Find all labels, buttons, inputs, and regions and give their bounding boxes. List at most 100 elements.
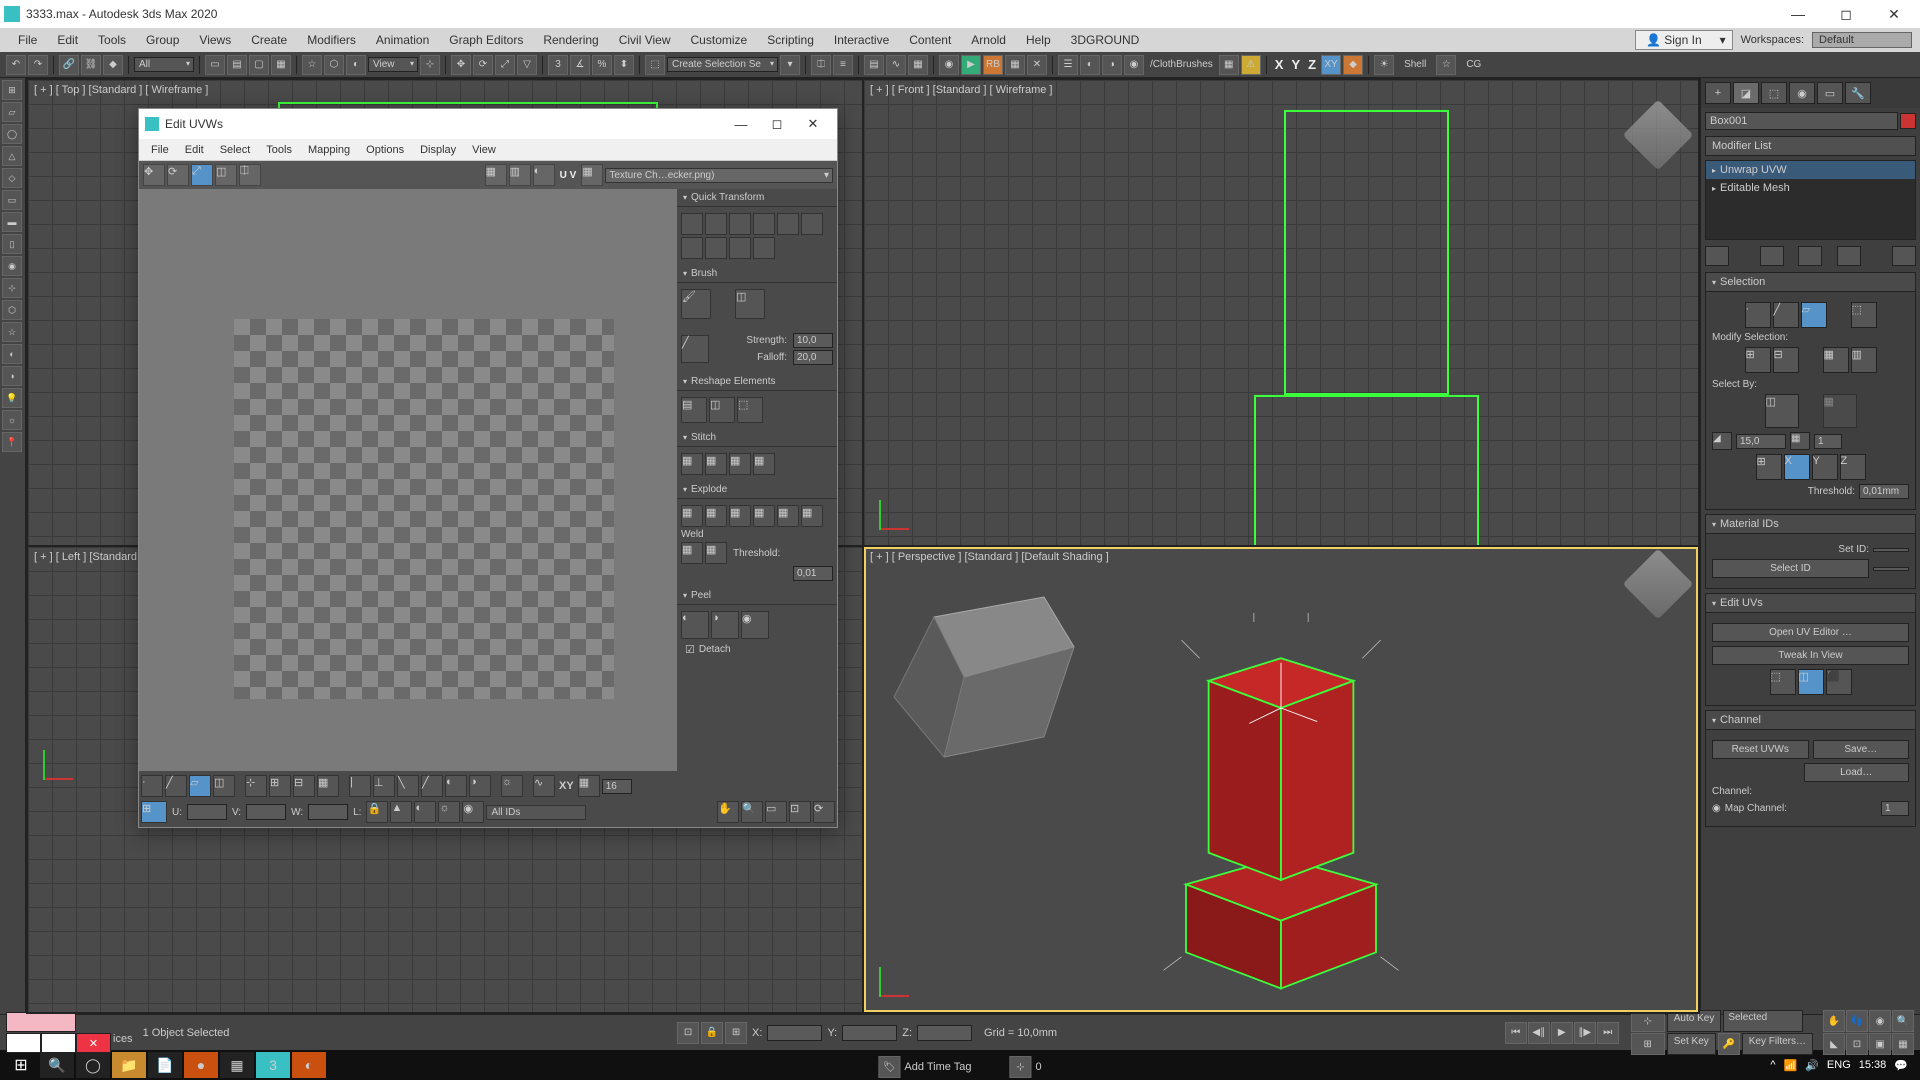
uvw-bt-p[interactable]: ◉ [462,801,484,823]
task-explorer[interactable]: 📁 [112,1052,146,1078]
uvw-sel-element[interactable]: ◫ [213,775,235,797]
quick-planar-fit-button[interactable]: ◫ [1798,669,1824,695]
stitch-btn-1[interactable]: ▦ [681,453,703,475]
uvw-freeform-button[interactable]: ◫ [215,164,237,186]
left-tool-17[interactable]: 📍 [2,432,22,452]
menu-rendering[interactable]: Rendering [533,29,608,51]
task-app-2[interactable]: ◐ [292,1052,326,1078]
uvw-bt-e[interactable]: | [349,775,371,797]
z-input[interactable] [917,1025,972,1041]
menu-scripting[interactable]: Scripting [757,29,824,51]
rollup-matids-header[interactable]: Material IDs [1705,514,1916,534]
uvw-minimize-button[interactable]: — [723,112,759,136]
goto-end-button[interactable]: ⏭ [1597,1022,1619,1044]
toolbar-btn-d[interactable]: ⬚ [645,55,665,75]
reshape-btn-2[interactable]: ◫ [709,397,735,423]
toolbar-btn-i[interactable]: ◑ [1102,55,1122,75]
qt-btn-1[interactable] [681,213,703,235]
open-uv-editor-button[interactable]: Open UV Editor … [1712,623,1909,642]
mod-editable-mesh[interactable]: Editable Mesh [1706,179,1915,197]
prev-frame-button[interactable]: ◀∥ [1528,1022,1550,1044]
ring-button[interactable]: ▦ [1823,347,1849,373]
viewcube-persp[interactable] [1623,549,1694,620]
frame-input-button[interactable]: ⊹ [1009,1056,1031,1078]
mirror-button[interactable]: ⎅ [811,55,831,75]
reset-uvws-button[interactable]: Reset UVWs [1712,740,1809,759]
snap-button[interactable]: 3 [548,55,568,75]
x-constraint[interactable]: X [1272,57,1287,72]
key-selected-dropdown[interactable]: Selected [1723,1010,1803,1032]
stack-remove-button[interactable] [1837,246,1861,266]
uvw-w-input[interactable] [308,804,348,820]
qt-btn-10[interactable] [753,237,775,259]
toolbar-btn-f[interactable]: ✕ [1027,55,1047,75]
menu-animation[interactable]: Animation [366,29,439,51]
unlink-button[interactable]: ⛓ [81,55,101,75]
scale-button[interactable]: ⤢ [495,55,515,75]
tray-time[interactable]: 15:38 [1859,1059,1887,1071]
rollup-channel-header[interactable]: Channel [1705,710,1916,730]
planar-button[interactable]: ◢ [1712,432,1732,450]
select-name-button[interactable]: ▤ [227,55,247,75]
nav-maxview-button[interactable]: ▦ [1892,1033,1914,1055]
spinner-snap-button[interactable]: ⬍ [614,55,634,75]
select-by-element-button[interactable]: ◫ [1765,394,1799,428]
planar-count-input[interactable]: 1 [1814,434,1842,449]
uvw-rotate-button[interactable]: ⟳ [167,164,189,186]
left-tool-2[interactable]: ▱ [2,102,22,122]
align-button[interactable]: ≡ [833,55,853,75]
uvw-close-button[interactable]: ✕ [795,112,831,136]
explode-btn-1[interactable]: ▦ [681,505,703,527]
y-constraint[interactable]: Y [1288,57,1303,72]
menu-graph-editors[interactable]: Graph Editors [439,29,533,51]
task-cortana[interactable]: ◯ [76,1052,110,1078]
uvw-menu-edit[interactable]: Edit [177,142,212,158]
peel-btn-2[interactable]: ◑ [711,611,739,639]
qt-btn-5[interactable] [777,213,799,235]
uvw-bt-m[interactable]: ▲ [390,801,412,823]
sel-element-button[interactable]: ⬚ [1851,302,1877,328]
percent-snap-button[interactable]: % [592,55,612,75]
z-constraint[interactable]: Z [1305,57,1319,72]
uvw-bt-n[interactable]: ◐ [414,801,436,823]
weld-btn-1[interactable]: ▦ [681,542,703,564]
task-search[interactable]: 🔍 [40,1052,74,1078]
uvw-bt-o[interactable]: ☼ [438,801,460,823]
cp-tab-motion[interactable]: ◉ [1789,82,1815,104]
stack-show-button[interactable] [1760,246,1784,266]
uvw-bt-c[interactable]: ⊟ [293,775,315,797]
tray-notifications-icon[interactable]: 💬 [1894,1059,1908,1072]
uvw-menu-tools[interactable]: Tools [258,142,300,158]
reshape-btn-1[interactable]: ▤ [681,397,707,423]
toolbar-btn-m[interactable]: ☀ [1374,55,1394,75]
menu-create[interactable]: Create [241,29,297,51]
layer-button[interactable]: ▤ [864,55,884,75]
nav-zoomext-button[interactable]: ▣ [1869,1033,1891,1055]
left-tool-3[interactable]: ◯ [2,124,22,144]
qt-btn-9[interactable] [729,237,751,259]
uvw-quick-transform-header[interactable]: Quick Transform [677,189,837,207]
time-tag-icon[interactable]: 🏷 [878,1056,900,1078]
modifier-list-dropdown[interactable]: Modifier List [1705,136,1916,156]
nav-fov-button[interactable]: ◣ [1823,1033,1845,1055]
uvw-show-map-button[interactable]: ◐ [533,164,555,186]
nav-zoomall-button[interactable]: ⊡ [1846,1033,1868,1055]
left-tool-5[interactable]: ◇ [2,168,22,188]
modifier-stack[interactable]: Unwrap UVW Editable Mesh [1705,160,1916,240]
object-color-swatch[interactable] [1900,113,1916,129]
tray-network-icon[interactable]: 📶 [1784,1059,1798,1072]
placement-button[interactable]: ▽ [517,55,537,75]
angle-snap-button[interactable]: ∡ [570,55,590,75]
uvw-menu-options[interactable]: Options [358,142,412,158]
key-filters-button[interactable]: Key Filters… [1742,1033,1813,1055]
menu-group[interactable]: Group [136,29,189,51]
left-tool-9[interactable]: ◉ [2,256,22,276]
stitch-btn-3[interactable]: ▦ [729,453,751,475]
weld-btn-2[interactable]: ▦ [705,542,727,564]
sel-icon-y[interactable]: Y [1812,454,1838,480]
cp-tab-hierarchy[interactable]: ⬚ [1761,82,1787,104]
select-button[interactable]: ▭ [205,55,225,75]
color-swatch-3[interactable] [41,1033,76,1053]
task-3dsmax[interactable]: 3 [256,1052,290,1078]
brush-falloff-button[interactable]: ╱ [681,335,709,363]
